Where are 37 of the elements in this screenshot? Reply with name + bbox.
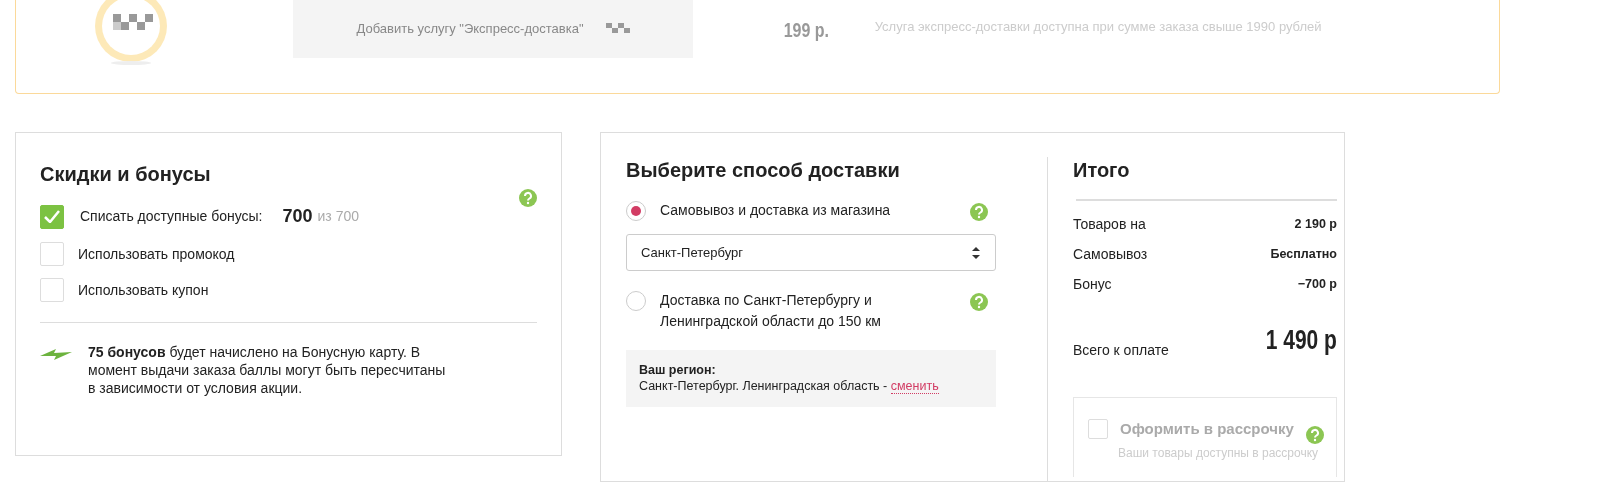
checkbox[interactable] (40, 204, 64, 229)
total-value: 1 490 р (1265, 323, 1337, 357)
region-label: Ваш регион: (639, 362, 717, 379)
bonus-amount: 700 (282, 205, 313, 228)
express-price: 199 р. (783, 18, 830, 43)
section-title: Выберите способ доставки (626, 158, 901, 183)
option-label: Списать доступные бонусы: (80, 207, 263, 226)
city-select[interactable]: Санкт-Петербург (626, 234, 996, 271)
summary-value: Бесплатно (1270, 245, 1337, 263)
change-link[interactable]: сменить (890, 379, 939, 395)
help-icon[interactable] (970, 201, 988, 219)
summary-label: Товаров на (1073, 214, 1146, 234)
help-icon[interactable] (519, 187, 537, 205)
option-label: Использовать купон (78, 280, 209, 300)
installment-label: Оформить в рассрочку (1120, 418, 1295, 439)
check-icon (44, 210, 60, 223)
lightning-icon (40, 347, 72, 361)
bonus-total: из 700 (317, 207, 360, 226)
bonus-note: 75 бонусов будет начислено на Бонусную карту. В момент выдачи заказа баллы могут быть пересчитаны в зависимости от условия акции. (88, 343, 447, 398)
checkbox[interactable] (40, 242, 64, 266)
radio-button[interactable] (626, 201, 646, 221)
summary-value: 2 190 р (1294, 215, 1337, 233)
summary-value: −700 р (1297, 275, 1337, 293)
radio-button[interactable] (626, 291, 646, 311)
summary-label: Бонус (1073, 274, 1112, 294)
region-text: Санкт-Петербург. Ленинградская область - сменить (639, 378, 940, 395)
help-icon[interactable] (1306, 424, 1324, 442)
checkbox[interactable] (40, 278, 64, 302)
section-title: Скидки и бонусы (40, 162, 211, 187)
option-label: Использовать промокод (78, 244, 235, 264)
option-label: Самовывоз и доставка из магазина (660, 201, 892, 220)
help-icon[interactable] (970, 291, 988, 309)
summary-label: Самовывоз (1073, 244, 1148, 264)
section-title: Итого (1073, 158, 1131, 183)
express-delivery-button[interactable]: Добавить услугу "Экспресс-доставка" (293, 0, 693, 58)
option-label: Доставка по Санкт-Петербургу и Ленинградской области до 150 км (660, 291, 882, 331)
total-label: Всего к оплате (1073, 341, 1169, 360)
